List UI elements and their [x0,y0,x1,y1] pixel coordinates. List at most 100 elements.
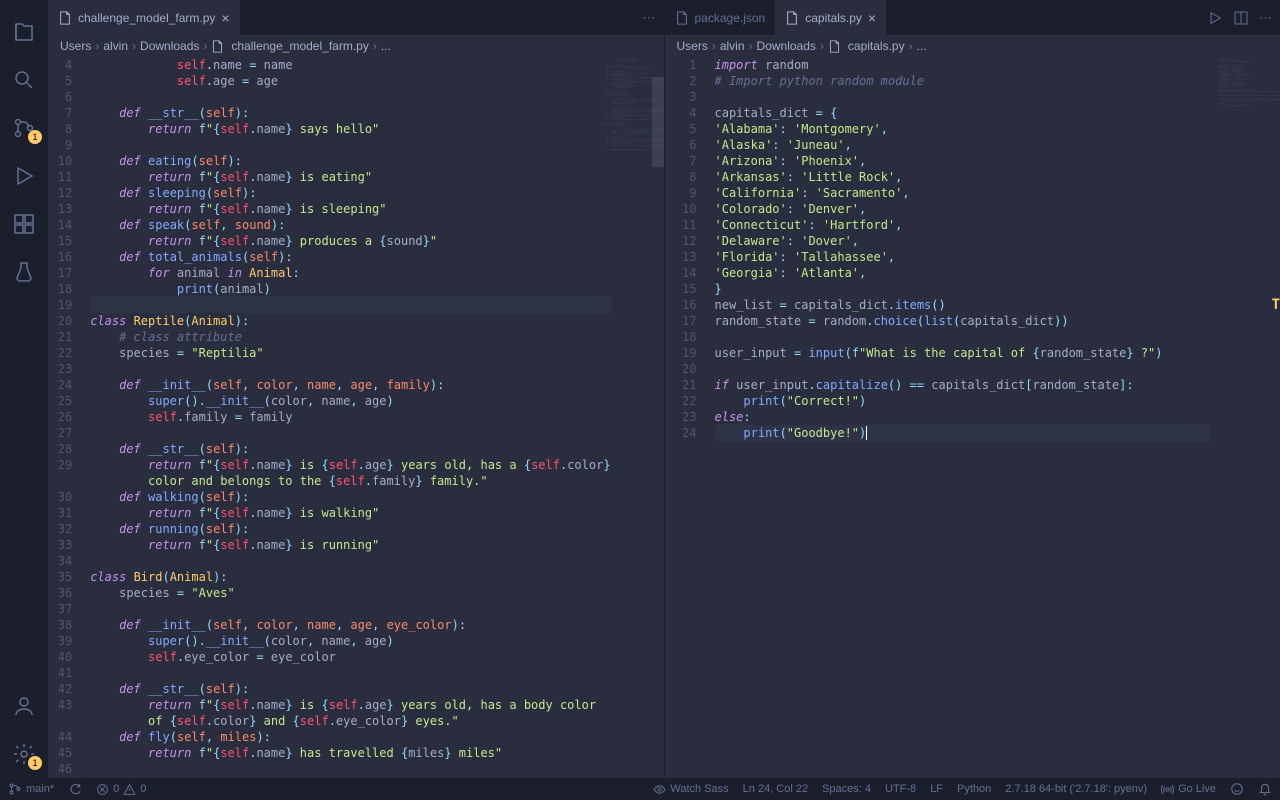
branch-status[interactable]: main* [8,782,54,796]
code-line[interactable]: return f"{self.name} produces a {sound}" [90,233,610,249]
code-line[interactable]: 'Arizona': 'Phoenix', [715,153,1211,169]
code-line[interactable]: new_list = capitals_dict.items() [715,297,1211,313]
extensions-icon[interactable] [0,200,48,248]
breadcrumb-left[interactable]: Users›alvin›Downloads›challenge_model_fa… [48,35,664,57]
more-icon[interactable]: ⋯ [1259,10,1272,26]
code-line[interactable]: if user_input.capitalize() == capitals_d… [715,377,1211,393]
breadcrumb-right[interactable]: Users›alvin›Downloads›capitals.py›... [665,35,1280,57]
close-icon[interactable]: × [221,10,229,26]
code-line[interactable]: else: [715,409,1211,425]
code-line[interactable]: super().__init__(color, name, age) [90,393,610,409]
code-line[interactable]: 'California': 'Sacramento', [715,185,1211,201]
split-icon[interactable] [1233,10,1249,26]
bell-icon[interactable] [1258,782,1272,796]
close-icon[interactable]: × [868,10,876,26]
code-line[interactable] [715,361,1211,377]
code-line[interactable]: 'Connecticut': 'Hartford', [715,217,1211,233]
code-line[interactable]: self.eye_color = eye_color [90,649,610,665]
code-line[interactable]: random_state = random.choice(list(capita… [715,313,1211,329]
code-line[interactable]: super().__init__(color, name, age) [90,633,610,649]
code-line[interactable] [90,137,610,153]
code-line[interactable]: def __init__(self, color, name, age, eye… [90,617,610,633]
code-line[interactable] [715,89,1211,105]
minimap-left[interactable]: self.name = name self.age = age def __st… [611,57,664,778]
code-area-left[interactable]: 4567891011121314151617181920212223242526… [48,57,664,778]
code-line[interactable]: 'Georgia': 'Atlanta', [715,265,1211,281]
feedback-icon[interactable] [1230,782,1244,796]
code-line[interactable]: def speak(self, speak = "chirp"): [90,777,610,778]
code-line[interactable]: def __str__(self): [90,441,610,457]
run-icon[interactable] [1207,10,1223,26]
code-lines[interactable]: import random# Import python random modu… [715,57,1211,778]
code-line[interactable]: color and belongs to the {self.family} f… [90,473,610,489]
breadcrumb-segment[interactable]: Downloads [757,39,816,53]
code-line[interactable] [90,601,610,617]
code-line[interactable]: return f"{self.name} is running" [90,537,610,553]
breadcrumb-segment[interactable]: Users [677,39,708,53]
code-line[interactable]: user_input = input(f"What is the capital… [715,345,1211,361]
code-line[interactable]: self.name = name [90,57,610,73]
code-line[interactable]: def running(self): [90,521,610,537]
tab-package-json[interactable]: package.json [665,0,776,35]
indent-status[interactable]: Spaces: 4 [822,783,871,795]
code-line[interactable]: 'Alabama': 'Montgomery', [715,121,1211,137]
code-line[interactable]: return f"{self.name} is eating" [90,169,610,185]
code-line[interactable]: # Import python random module [715,73,1211,89]
code-line[interactable]: of {self.color} and {self.eye_color} eye… [90,713,610,729]
code-lines[interactable]: self.name = name self.age = age def __st… [90,57,610,778]
code-line[interactable]: return f"{self.name} is {self.age} years… [90,697,610,713]
cursor-position-status[interactable]: Ln 24, Col 22 [743,783,808,795]
code-line[interactable]: class Bird(Animal): [90,569,610,585]
code-line[interactable] [90,89,610,105]
code-line[interactable]: print("Correct!") [715,393,1211,409]
code-line[interactable] [90,665,610,681]
code-line[interactable]: return f"{self.name} is {self.age} years… [90,457,610,473]
code-line[interactable]: self.age = age [90,73,610,89]
breadcrumb-segment[interactable]: Users [60,39,91,53]
encoding-status[interactable]: UTF-8 [885,783,916,795]
minimap-slider[interactable] [652,77,664,167]
breadcrumb-segment[interactable]: ... [381,39,391,53]
breadcrumb-segment[interactable]: alvin [720,39,745,53]
source-control-icon[interactable]: 1 [0,104,48,152]
code-line[interactable]: def eating(self): [90,153,610,169]
code-line[interactable] [90,553,610,569]
code-line[interactable]: 'Delaware': 'Dover', [715,233,1211,249]
code-line[interactable]: capitals_dict = { [715,105,1211,121]
code-line[interactable]: self.family = family [90,409,610,425]
code-line[interactable]: def __str__(self): [90,105,610,121]
more-icon[interactable]: ⋯ [643,10,656,26]
problems-status[interactable]: 0 0 [96,783,146,796]
settings-icon[interactable]: 1 [0,730,48,778]
code-line[interactable] [715,329,1211,345]
code-line[interactable] [90,761,610,777]
breadcrumb-segment[interactable]: alvin [103,39,128,53]
code-line[interactable]: print(animal) [90,281,610,297]
eol-status[interactable]: LF [930,783,943,795]
code-line[interactable]: 'Arkansas': 'Little Rock', [715,169,1211,185]
minimap-right[interactable]: import random # Import python random mod… [1210,57,1280,778]
code-line[interactable]: def __str__(self): [90,681,610,697]
code-line[interactable] [90,297,610,313]
code-line[interactable]: return f"{self.name} is walking" [90,505,610,521]
code-line[interactable]: def speak(self, sound): [90,217,610,233]
breadcrumb-segment[interactable]: challenge_model_farm.py [231,39,368,53]
code-line[interactable]: print("Goodbye!") [715,425,1211,441]
code-line[interactable]: for animal in Animal: [90,265,610,281]
testing-icon[interactable] [0,248,48,296]
code-line[interactable]: # class attribute [90,329,610,345]
code-line[interactable]: def total_animals(self): [90,249,610,265]
accounts-icon[interactable] [0,682,48,730]
interpreter-status[interactable]: 2.7.18 64-bit ('2.7.18': pyenv) [1005,783,1147,795]
breadcrumb-segment[interactable]: capitals.py [848,39,905,53]
code-line[interactable]: 'Florida': 'Tallahassee', [715,249,1211,265]
breadcrumb-segment[interactable]: Downloads [140,39,199,53]
code-line[interactable]: def fly(self, miles): [90,729,610,745]
code-line[interactable] [90,425,610,441]
code-line[interactable]: return f"{self.name} is sleeping" [90,201,610,217]
code-line[interactable]: def sleeping(self): [90,185,610,201]
code-line[interactable]: def walking(self): [90,489,610,505]
language-status[interactable]: Python [957,783,991,795]
go-live-status[interactable]: Go Live [1161,783,1216,796]
run-debug-icon[interactable] [0,152,48,200]
